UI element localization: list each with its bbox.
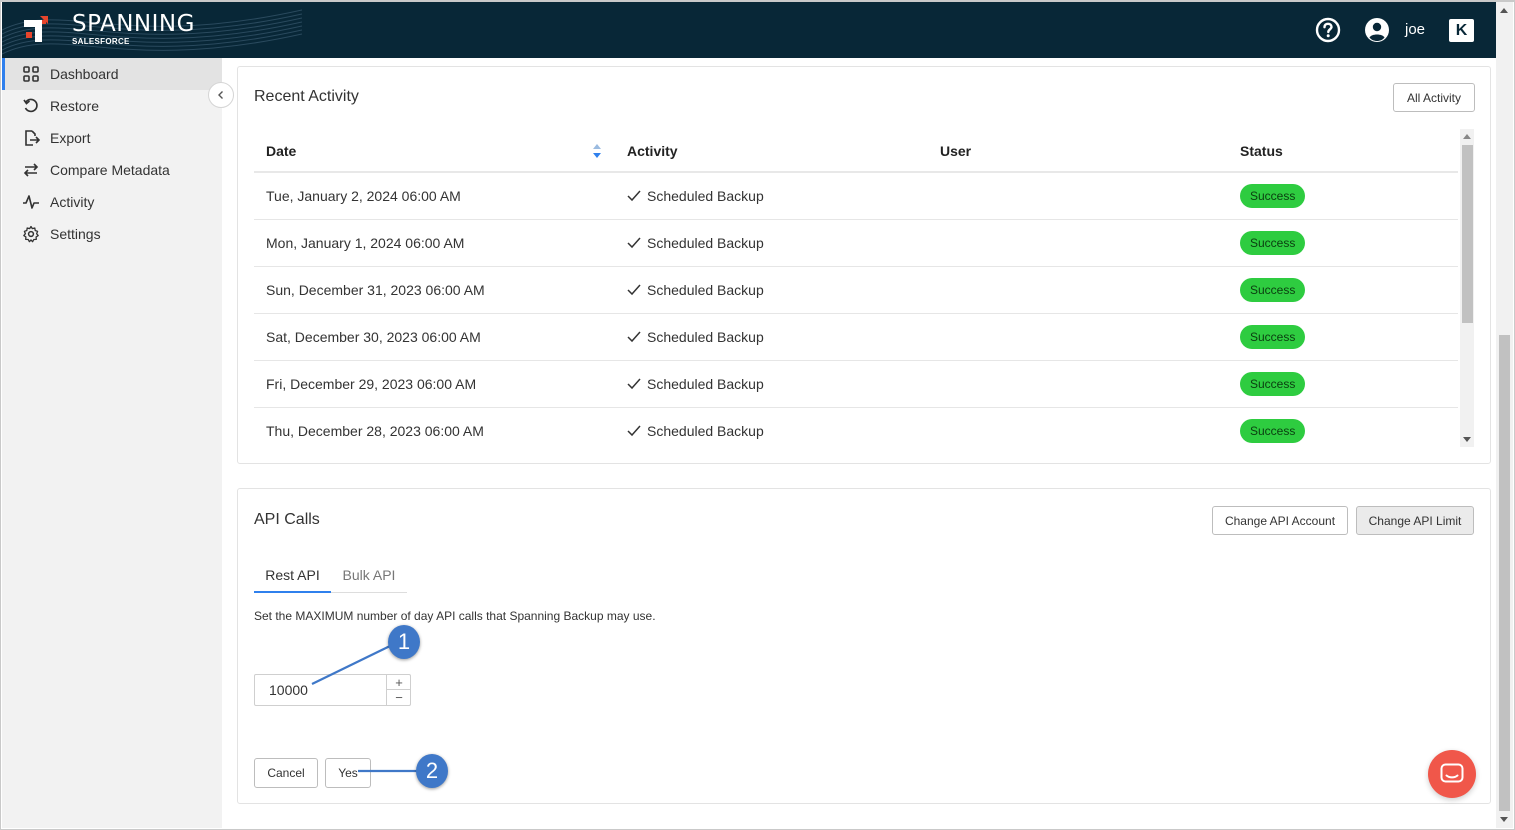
sidebar-item-activity[interactable]: Activity — [2, 186, 222, 218]
row-date: Mon, January 1, 2024 06:00 AM — [266, 235, 465, 251]
table-header: Date Activity User Status — [254, 129, 1458, 173]
check-icon — [627, 190, 641, 202]
row-activity: Scheduled Backup — [627, 282, 764, 298]
check-icon — [627, 237, 641, 249]
chat-launcher-button[interactable] — [1428, 750, 1476, 798]
sidebar: Dashboard Restore Export Compare Metadat… — [2, 58, 222, 828]
api-limit-input[interactable] — [255, 675, 386, 705]
gear-icon — [23, 225, 39, 243]
row-activity-label: Scheduled Backup — [647, 376, 764, 392]
table-row: Sat, December 30, 2023 06:00 AM Schedule… — [254, 314, 1458, 361]
cancel-button[interactable]: Cancel — [254, 758, 318, 788]
row-activity-label: Scheduled Backup — [647, 423, 764, 439]
row-activity-label: Scheduled Backup — [647, 235, 764, 251]
change-api-account-button[interactable]: Change API Account — [1212, 506, 1348, 535]
check-icon — [627, 378, 641, 390]
column-header-status: Status — [1240, 143, 1283, 159]
row-activity-label: Scheduled Backup — [647, 282, 764, 298]
sidebar-item-settings[interactable]: Settings — [2, 218, 222, 250]
row-date: Sat, December 30, 2023 06:00 AM — [266, 329, 481, 345]
user-account-icon[interactable] — [1364, 17, 1390, 43]
sidebar-item-label: Compare Metadata — [50, 162, 170, 178]
activity-pulse-icon — [23, 195, 39, 209]
api-limit-stepper: + − — [254, 674, 411, 706]
decrement-button[interactable]: − — [387, 690, 411, 705]
row-activity-label: Scheduled Backup — [647, 329, 764, 345]
table-scrollbar[interactable] — [1460, 129, 1474, 447]
logo-text: SPANNING — [72, 11, 195, 37]
scroll-up-arrow-icon[interactable] — [1463, 134, 1471, 139]
table-row: Sun, December 31, 2023 06:00 AM Schedule… — [254, 267, 1458, 314]
row-date: Tue, January 2, 2024 06:00 AM — [266, 188, 461, 204]
row-activity-label: Scheduled Backup — [647, 188, 764, 204]
row-date: Fri, December 29, 2023 06:00 AM — [266, 376, 477, 392]
brand-badge-icon[interactable]: K — [1449, 19, 1474, 42]
check-icon — [627, 284, 641, 296]
yes-button[interactable]: Yes — [325, 758, 371, 788]
top-header: SPANNING SALESFORCE joe K — [2, 2, 1496, 58]
page-scrollbar[interactable] — [1496, 2, 1513, 828]
increment-button[interactable]: + — [387, 675, 411, 690]
sidebar-item-label: Restore — [50, 98, 100, 114]
status-badge: Success — [1240, 184, 1306, 208]
row-activity: Scheduled Backup — [627, 376, 764, 392]
sidebar-item-label: Activity — [50, 194, 95, 210]
column-header-user: User — [940, 143, 972, 159]
callout-marker-1: 1 — [388, 625, 420, 659]
sidebar-item-export[interactable]: Export — [2, 122, 222, 154]
row-date: Sun, December 31, 2023 06:00 AM — [266, 282, 485, 298]
callout-marker-2: 2 — [416, 754, 448, 788]
username[interactable]: joe — [1405, 21, 1425, 38]
row-activity: Scheduled Backup — [627, 188, 764, 204]
sidebar-item-compare-metadata[interactable]: Compare Metadata — [2, 154, 222, 186]
status-badge: Success — [1240, 325, 1306, 349]
table-row: Tue, January 2, 2024 06:00 AM Scheduled … — [254, 173, 1458, 220]
page-scrollbar-thumb[interactable] — [1499, 335, 1510, 811]
table-row: Fri, December 29, 2023 06:00 AM Schedule… — [254, 361, 1458, 408]
restore-icon — [23, 98, 38, 113]
compare-arrows-icon — [23, 163, 39, 177]
column-header-date[interactable]: Date — [266, 143, 296, 159]
row-activity: Scheduled Backup — [627, 235, 764, 251]
scroll-up-arrow-icon[interactable] — [1500, 8, 1508, 13]
chevron-left-icon — [218, 91, 223, 99]
row-activity: Scheduled Backup — [627, 423, 764, 439]
tab-rest-api[interactable]: Rest API — [254, 563, 331, 593]
api-limit-description: Set the MAXIMUM number of day API calls … — [254, 609, 656, 623]
column-header-activity: Activity — [627, 143, 678, 159]
sidebar-item-label: Dashboard — [50, 66, 119, 82]
grid-icon — [23, 66, 39, 82]
logo-subtext: SALESFORCE — [72, 37, 130, 46]
sidebar-item-label: Settings — [50, 226, 101, 242]
sort-icon[interactable] — [592, 143, 602, 159]
table-row: Thu, December 28, 2023 06:00 AM Schedule… — [254, 408, 1458, 455]
api-calls-title: API Calls — [254, 511, 320, 528]
status-badge: Success — [1240, 231, 1306, 255]
table-row: Mon, January 1, 2024 06:00 AM Scheduled … — [254, 220, 1458, 267]
stepper-controls: + − — [386, 675, 411, 705]
recent-activity-title: Recent Activity — [254, 88, 359, 105]
change-api-limit-button[interactable]: Change API Limit — [1356, 506, 1474, 535]
row-activity: Scheduled Backup — [627, 329, 764, 345]
help-icon[interactable] — [1315, 17, 1341, 43]
chat-icon — [1440, 763, 1464, 783]
status-badge: Success — [1240, 419, 1306, 443]
sidebar-item-restore[interactable]: Restore — [2, 90, 222, 122]
scroll-down-arrow-icon[interactable] — [1500, 817, 1508, 822]
sidebar-item-label: Export — [50, 130, 91, 146]
table-scrollbar-thumb[interactable] — [1462, 145, 1473, 323]
all-activity-button[interactable]: All Activity — [1393, 83, 1475, 112]
tab-bulk-api[interactable]: Bulk API — [331, 563, 407, 593]
collapse-sidebar-button[interactable] — [208, 82, 234, 108]
status-badge: Success — [1240, 372, 1306, 396]
row-date: Thu, December 28, 2023 06:00 AM — [266, 423, 484, 439]
scroll-down-arrow-icon[interactable] — [1463, 437, 1471, 442]
sidebar-item-dashboard[interactable]: Dashboard — [2, 58, 222, 90]
check-icon — [627, 331, 641, 343]
status-badge: Success — [1240, 278, 1306, 302]
recent-activity-card: Recent Activity All Activity Date Activi… — [237, 66, 1491, 464]
spanning-logo-icon — [24, 16, 48, 42]
export-icon — [25, 130, 40, 146]
check-icon — [627, 425, 641, 437]
